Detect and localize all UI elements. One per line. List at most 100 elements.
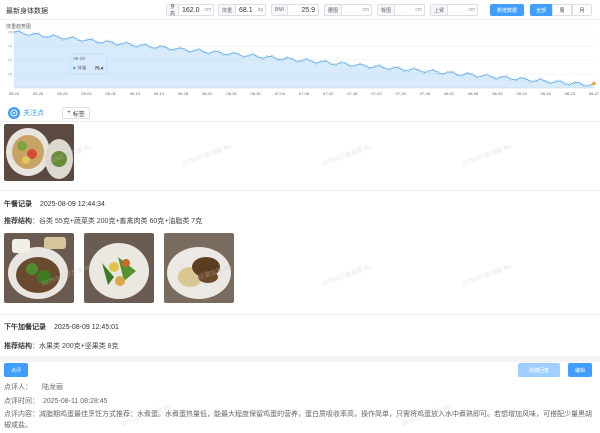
data-point[interactable] — [134, 45, 137, 48]
meal-photo[interactable] — [4, 233, 74, 303]
data-point[interactable] — [144, 43, 147, 46]
data-point[interactable] — [71, 35, 74, 39]
data-point[interactable] — [129, 43, 133, 46]
data-point[interactable] — [466, 71, 469, 75]
data-point[interactable] — [81, 40, 84, 43]
waist-field[interactable]: 腰围 cm — [324, 4, 372, 16]
data-point[interactable] — [480, 74, 484, 78]
data-point[interactable] — [32, 32, 35, 35]
data-point[interactable] — [237, 52, 240, 56]
edit-button[interactable]: 编辑 — [568, 363, 592, 377]
data-point[interactable] — [441, 73, 445, 76]
data-point[interactable] — [334, 63, 337, 66]
data-point[interactable] — [22, 32, 25, 35]
bmi-field[interactable]: BMI 25.9 — [271, 4, 319, 16]
data-point[interactable] — [100, 41, 103, 45]
data-point[interactable] — [553, 80, 557, 83]
data-point[interactable] — [373, 65, 376, 68]
data-point[interactable] — [280, 58, 284, 61]
data-point[interactable] — [285, 56, 289, 59]
data-point[interactable] — [90, 38, 94, 41]
data-point[interactable] — [393, 66, 396, 69]
data-point[interactable] — [232, 51, 235, 54]
data-point[interactable] — [432, 68, 435, 72]
data-point[interactable] — [485, 73, 488, 76]
data-point[interactable] — [251, 53, 254, 56]
data-point[interactable] — [495, 77, 498, 80]
data-point[interactable] — [412, 67, 415, 70]
data-point[interactable] — [207, 52, 211, 55]
data-point[interactable] — [188, 50, 191, 54]
data-point[interactable] — [61, 38, 64, 41]
follow-button[interactable]: 关注点 — [8, 107, 44, 119]
data-point[interactable] — [27, 34, 30, 37]
data-point[interactable] — [183, 48, 186, 51]
data-point[interactable] — [51, 34, 55, 37]
data-point[interactable] — [154, 47, 157, 50]
data-point[interactable] — [451, 70, 454, 74]
data-point[interactable] — [573, 81, 576, 84]
data-point[interactable] — [388, 68, 391, 71]
data-point[interactable] — [76, 38, 79, 41]
hip-field[interactable]: 臀围 cm — [377, 4, 425, 16]
data-point[interactable] — [261, 57, 264, 60]
data-point[interactable] — [490, 75, 493, 78]
data-point[interactable] — [222, 53, 225, 56]
data-point[interactable] — [149, 46, 152, 49]
meal-photo[interactable] — [4, 124, 74, 181]
data-point[interactable] — [568, 83, 571, 86]
data-point[interactable] — [300, 59, 303, 62]
data-point[interactable] — [241, 55, 245, 58]
data-point[interactable] — [461, 74, 464, 77]
data-point[interactable] — [500, 75, 503, 79]
data-point[interactable] — [271, 55, 274, 58]
data-point[interactable] — [276, 58, 279, 61]
data-point[interactable] — [295, 60, 298, 63]
data-point[interactable] — [344, 61, 347, 65]
data-point[interactable] — [514, 78, 518, 82]
data-point[interactable] — [120, 43, 123, 46]
range-month-button[interactable]: 月 — [572, 4, 592, 16]
data-point[interactable] — [178, 46, 181, 49]
data-point[interactable] — [534, 79, 537, 83]
data-point[interactable] — [217, 50, 220, 53]
data-point[interactable] — [505, 75, 508, 78]
data-point[interactable] — [349, 64, 352, 68]
data-point[interactable] — [139, 44, 142, 47]
data-point[interactable] — [319, 60, 323, 63]
data-point[interactable] — [471, 73, 474, 76]
data-point[interactable] — [202, 50, 206, 54]
data-point[interactable] — [56, 35, 60, 38]
data-point[interactable] — [578, 81, 581, 84]
data-point[interactable] — [305, 57, 308, 61]
data-point[interactable] — [66, 37, 69, 40]
data-point[interactable] — [173, 48, 176, 51]
quick-reply-button[interactable]: 快捷回复 — [518, 363, 560, 377]
height-field[interactable]: 身高 162.0 cm — [166, 4, 214, 17]
data-point[interactable] — [95, 41, 99, 44]
data-point[interactable] — [383, 67, 386, 70]
data-point[interactable] — [17, 29, 21, 33]
data-point[interactable] — [163, 45, 167, 48]
range-week-button[interactable]: 周 — [552, 4, 572, 16]
data-point[interactable] — [563, 82, 566, 85]
weight-field[interactable]: 体重 68.1 kg — [218, 4, 266, 16]
data-point[interactable] — [529, 80, 532, 83]
data-point[interactable] — [212, 50, 215, 53]
data-point[interactable] — [378, 64, 381, 67]
chart-svg[interactable]: 70 72 74 76 05-20 05-25 05-29 06-02 06-06 06-10 06… — [0, 20, 600, 104]
data-point[interactable] — [524, 77, 527, 80]
data-point[interactable] — [339, 61, 342, 64]
data-point[interactable] — [539, 77, 542, 81]
data-point[interactable] — [436, 71, 440, 74]
data-point[interactable] — [290, 57, 293, 60]
data-point[interactable] — [402, 69, 406, 72]
data-point[interactable] — [198, 48, 201, 51]
data-point[interactable] — [124, 41, 128, 44]
data-point[interactable] — [115, 43, 118, 46]
data-point[interactable] — [256, 55, 259, 58]
data-point[interactable] — [358, 62, 362, 65]
data-point[interactable] — [427, 70, 430, 73]
data-point[interactable] — [475, 75, 479, 79]
data-point[interactable] — [509, 78, 513, 81]
